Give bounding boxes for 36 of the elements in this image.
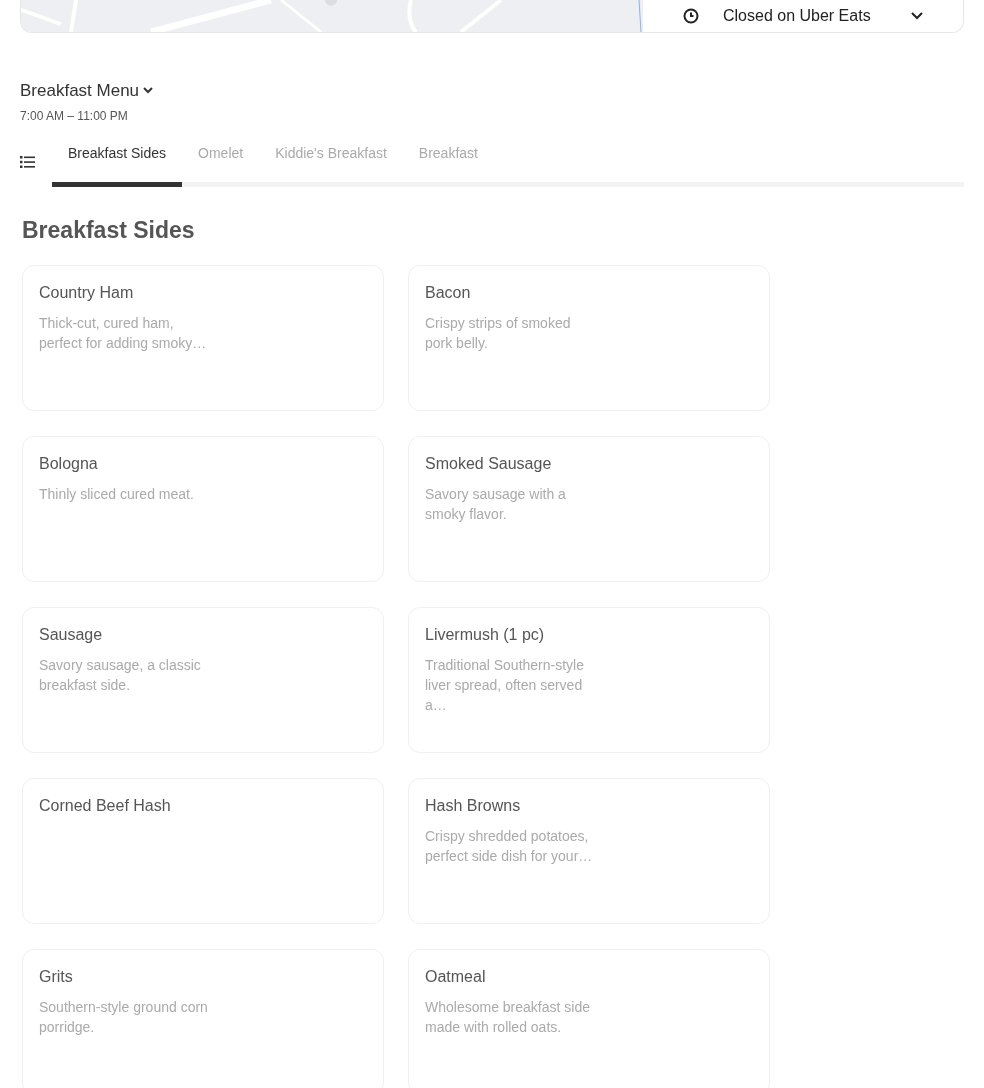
item-description: Savory sausage, a classic breakfast side.	[39, 656, 202, 695]
menu-item-card[interactable]: Sausage Savory sausage, a classic breakfast side.	[22, 607, 384, 753]
item-description: Crispy strips of smoked pork belly.	[425, 314, 572, 353]
menu-selector[interactable]: Breakfast Menu	[20, 78, 154, 104]
item-name: Bologna	[39, 454, 99, 474]
item-name: Corned Beef Hash	[39, 796, 172, 816]
menu-hours: 7:00 AM – 11:00 PM	[20, 107, 129, 125]
list-icon[interactable]	[20, 154, 36, 169]
item-description: Traditional Southern-style liver spread, often served a…	[425, 656, 585, 715]
chevron-down-icon[interactable]	[911, 12, 923, 20]
item-name: Oatmeal	[425, 967, 487, 987]
menu-item-card[interactable]: Smoked Sausage Savory sausage with a smoky flavor.	[408, 436, 770, 582]
menu-item-card[interactable]: Bacon Crispy strips of smoked pork belly.	[408, 265, 770, 411]
clock-icon	[683, 8, 699, 24]
item-name: Hash Browns	[425, 796, 522, 816]
item-name: Sausage	[39, 625, 104, 645]
menu-item-card[interactable]: Country Ham Thick-cut, cured ham, perfect for adding smoky…	[22, 265, 384, 411]
item-description: Southern-style ground corn porridge.	[39, 998, 209, 1037]
item-description: Savory sausage with a smoky flavor.	[425, 485, 567, 524]
menu-item-card[interactable]: Hash Browns Crispy shredded potatoes, perfect side dish for your…	[408, 778, 770, 924]
item-name: Livermush (1 pc)	[425, 625, 546, 645]
item-description: Crispy shredded potatoes, perfect side dish for your…	[425, 827, 594, 866]
chevron-down-icon	[143, 87, 154, 95]
section-title: Breakfast Sides	[22, 215, 196, 245]
menu-item-card[interactable]: Corned Beef Hash	[22, 778, 384, 924]
item-description: Wholesome breakfast side made with rolled oats.	[425, 998, 591, 1037]
menu-item-card[interactable]: Bologna Thinly sliced cured meat.	[22, 436, 384, 582]
item-description: Thick-cut, cured ham, perfect for adding smoky…	[39, 314, 208, 353]
item-description: Thinly sliced cured meat.	[39, 485, 195, 504]
category-tab[interactable]: Breakfast Sides	[52, 134, 183, 187]
store-status: Closed on Uber Eats	[723, 7, 872, 25]
item-name: Bacon	[425, 283, 472, 303]
item-name: Country Ham	[39, 283, 135, 303]
item-name: Smoked Sausage	[425, 454, 553, 474]
item-name: Grits	[39, 967, 74, 987]
menu-item-card[interactable]: Livermush (1 pc) Traditional Southern-style liver spread, often served a…	[408, 607, 770, 753]
